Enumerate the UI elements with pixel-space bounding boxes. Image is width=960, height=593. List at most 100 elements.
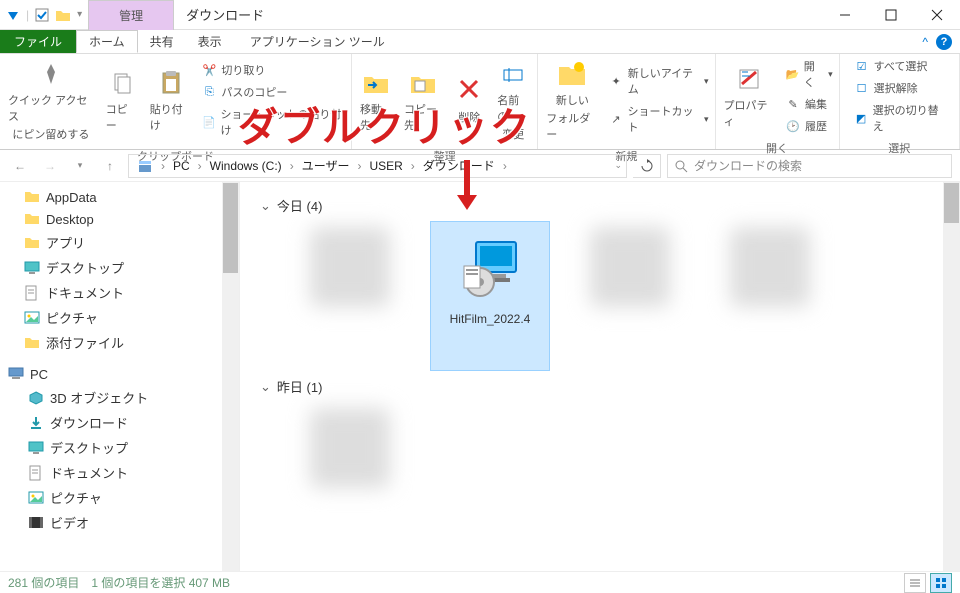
sidebar-item-label: PC [30, 367, 48, 382]
details-view-button[interactable] [904, 573, 926, 593]
group-header[interactable]: ⌄ 今日 (4) [260, 190, 940, 221]
sidebar-item-label: ドキュメント [50, 463, 128, 482]
recent-locations-button[interactable]: ▾ [68, 154, 92, 178]
forward-button[interactable]: → [38, 154, 62, 178]
sidebar-item-label: ドキュメント [46, 283, 124, 302]
sidebar-scrollbar[interactable] [222, 182, 239, 571]
quick-access-toolbar: | ▾ [0, 8, 88, 22]
history-button[interactable]: 🕑履歴 [783, 116, 835, 136]
sidebar-item[interactable]: 添付ファイル [0, 330, 239, 355]
sidebar-item-label: ビデオ [50, 513, 89, 532]
sidebar-item[interactable]: PC [0, 363, 239, 385]
breadcrumb-root[interactable] [133, 159, 169, 173]
manage-context-tab[interactable]: 管理 [88, 0, 174, 30]
file-thumbnail [310, 408, 390, 488]
maximize-button[interactable] [868, 0, 914, 30]
new-shortcut-button[interactable]: ↗ショートカット▾ [607, 101, 711, 137]
sidebar-item[interactable]: ピクチャ [0, 305, 239, 330]
file-item[interactable] [290, 221, 410, 371]
tab-view[interactable]: 表示 [186, 30, 234, 53]
file-name-label: HitFilm_2022.4 [450, 312, 531, 326]
move-to-button[interactable]: 移動先 [356, 65, 396, 135]
copy-path-button[interactable]: ⎘パスのコピー [199, 82, 347, 102]
content-scrollbar[interactable] [943, 182, 960, 571]
sidebar-item-label: 添付ファイル [46, 333, 124, 352]
new-folder-button[interactable]: 新しいフォルダー [542, 56, 602, 144]
sidebar-item[interactable]: デスクトップ [0, 255, 239, 280]
search-input[interactable]: ダウンロードの検索 [667, 154, 952, 178]
properties-button[interactable]: プロパティ [720, 61, 779, 131]
icons-view-button[interactable] [930, 573, 952, 593]
minimize-button[interactable] [822, 0, 868, 30]
file-item-HitFilm_2022.4[interactable]: HitFilm_2022.4 [430, 221, 550, 371]
pin-to-quick-access-button[interactable]: クイック アクセス にピン留めする [4, 56, 98, 144]
sidebar-item-label: 3D オブジェクト [50, 388, 148, 407]
sidebar-item[interactable]: ビデオ [0, 510, 239, 535]
new-item-button[interactable]: ✦新しいアイテム▾ [607, 63, 711, 99]
chevron-down-icon: ⌄ [260, 198, 271, 214]
file-item[interactable] [570, 221, 690, 371]
cut-button[interactable]: ✂️切り取り [199, 60, 347, 80]
title-bar: | ▾ 管理 ダウンロード [0, 0, 960, 30]
sidebar-item-label: アプリ [46, 233, 85, 252]
downloads-icon [28, 415, 44, 431]
file-item[interactable] [290, 402, 410, 552]
breadcrumb[interactable]: PC Windows (C:) ユーザー USER ダウンロード ⌄ [128, 154, 627, 178]
open-button[interactable]: 📂開く▾ [783, 56, 835, 92]
tab-file[interactable]: ファイル [0, 30, 76, 53]
sidebar-item-label: ピクチャ [50, 488, 102, 507]
sidebar-item[interactable]: Desktop [0, 208, 239, 230]
file-list: ⌄ 今日 (4) HitFilm_2022.4 ⌄昨日 (1) [240, 182, 960, 571]
breadcrumb-item[interactable]: PC [169, 159, 206, 173]
sidebar-item[interactable]: ドキュメント [0, 460, 239, 485]
file-thumbnail [730, 227, 810, 307]
sidebar-item[interactable]: デスクトップ [0, 435, 239, 460]
sidebar-item[interactable]: ピクチャ [0, 485, 239, 510]
checkbox-icon[interactable] [35, 8, 49, 22]
copy-to-button[interactable]: コピー先 [400, 65, 445, 135]
refresh-button[interactable] [633, 154, 661, 178]
rename-button[interactable]: 名前の変更 [493, 56, 533, 144]
tab-application-tools[interactable]: アプリケーション ツール [234, 30, 401, 53]
documents-icon [24, 285, 40, 301]
invert-selection-button[interactable]: ◩選択の切り替え [852, 100, 947, 136]
ribbon-tabs: ファイル ホーム 共有 表示 アプリケーション ツール ^ ? [0, 30, 960, 54]
breadcrumb-item[interactable]: USER [365, 159, 418, 173]
paste-button[interactable]: 貼り付け [146, 65, 196, 135]
back-button[interactable]: ← [8, 154, 32, 178]
breadcrumb-item[interactable]: ユーザー [298, 157, 366, 174]
select-all-button[interactable]: ☑すべて選択 [852, 56, 947, 76]
tab-home[interactable]: ホーム [76, 30, 138, 53]
breadcrumb-item[interactable]: Windows (C:) [206, 159, 298, 173]
copy-button[interactable]: コピー [102, 65, 142, 135]
select-none-button[interactable]: ☐選択解除 [852, 78, 947, 98]
group-header-label: 今日 (4) [277, 196, 323, 215]
sidebar-item[interactable]: アプリ [0, 230, 239, 255]
ribbon: クイック アクセス にピン留めする コピー 貼り付け ✂️切り取り ⎘パスのコピ… [0, 54, 960, 150]
pictures-icon [28, 490, 44, 506]
edit-button[interactable]: ✎編集 [783, 94, 835, 114]
file-thumbnail [590, 227, 670, 307]
file-item[interactable] [710, 221, 830, 371]
delete-button[interactable]: 削除 [449, 73, 489, 127]
pc-icon [8, 366, 24, 382]
qat-dropdown-icon[interactable]: ▾ [77, 9, 82, 20]
sidebar-item[interactable]: ドキュメント [0, 280, 239, 305]
up-button[interactable]: ↑ [98, 154, 122, 178]
folder-icon[interactable] [55, 8, 71, 22]
tab-share[interactable]: 共有 [138, 30, 186, 53]
file-thumbnail [450, 228, 530, 308]
help-icon[interactable]: ? [936, 34, 952, 50]
sidebar-item[interactable]: AppData [0, 186, 239, 208]
sidebar-item[interactable]: ダウンロード [0, 410, 239, 435]
ribbon-collapse-icon[interactable]: ^ [922, 35, 928, 49]
arrow-down-icon[interactable] [6, 8, 20, 22]
paste-shortcut-button[interactable]: 📄ショートカットの貼り付け [199, 104, 347, 140]
3d-icon [28, 390, 44, 406]
chevron-down-icon: ⌄ [260, 379, 271, 395]
breadcrumb-item[interactable]: ダウンロード [419, 157, 511, 174]
video-icon [28, 515, 44, 531]
close-button[interactable] [914, 0, 960, 30]
sidebar-item[interactable]: 3D オブジェクト [0, 385, 239, 410]
group-header[interactable]: ⌄昨日 (1) [260, 371, 940, 402]
